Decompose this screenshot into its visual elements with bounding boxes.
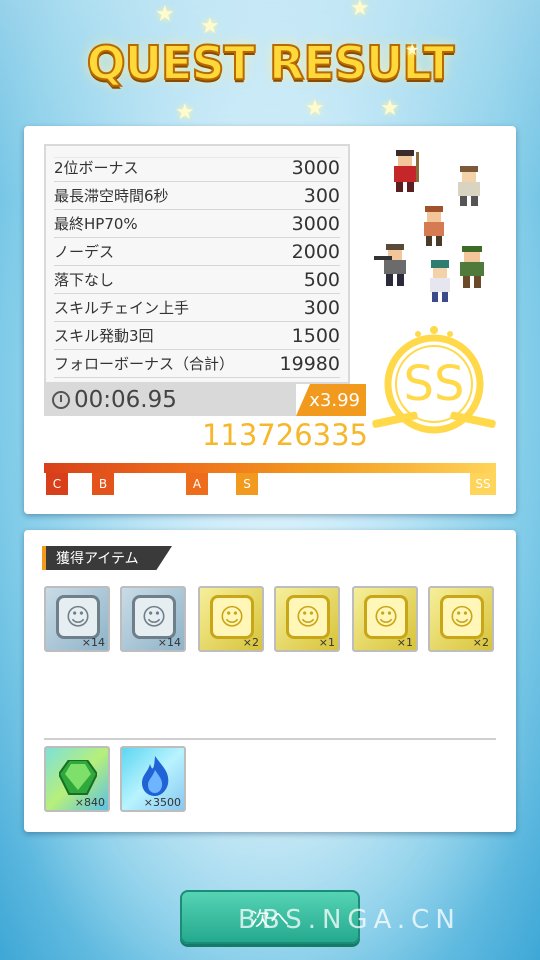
rank-progress-fill [44, 463, 496, 473]
reward-slot[interactable]: ×840 [44, 746, 110, 812]
rank-grade-text: SS [404, 356, 465, 412]
item-slot[interactable]: ☺ ×2 [428, 586, 494, 652]
rank-emblem: SS [364, 316, 504, 446]
bonus-label: フォローボーナス（合計） [54, 355, 235, 373]
watermark: BBS.NGA.CN [238, 905, 461, 935]
item-quantity: ×2 [242, 636, 259, 649]
rank-mark-a: A [186, 473, 208, 495]
score-multiplier: x3.99 [296, 384, 366, 416]
star-icon: ★ [155, 2, 175, 27]
reward-quantity: ×840 [74, 796, 105, 809]
bonus-label: 最終HP70% [54, 215, 138, 233]
clear-time-bar: 00:06.95 [44, 384, 296, 416]
character-sprite-knight [450, 164, 488, 208]
bonus-label: スキルチェイン上手 [54, 299, 190, 317]
character-sprite-warrior [386, 148, 426, 194]
bonus-value: 3000 [291, 156, 340, 179]
bonus-row: 最終HP70% 3000 [54, 210, 340, 238]
item-quantity: ×14 [81, 636, 105, 649]
bonus-label: ノーデス [54, 243, 115, 261]
rank-mark-b: B [92, 473, 114, 495]
star-icon: ★ [305, 96, 325, 121]
stopwatch-icon [52, 391, 70, 409]
clear-time: 00:06.95 [74, 387, 177, 413]
rank-mark-ss: SS [470, 473, 496, 495]
bonus-row: ノーデス 2000 [54, 238, 340, 266]
bonus-row: 最長滞空時間6秒 300 [54, 182, 340, 210]
silver-coin-icon: ☺ [56, 595, 100, 639]
star-icon: ★ [350, 0, 370, 21]
gold-coin-icon: ☺ [210, 595, 254, 639]
star-icon: ★ [175, 100, 195, 125]
star-icon: ★ [405, 40, 420, 59]
bonus-list[interactable]: 2位ボーナス 3000 最長滞空時間6秒 300 最終HP70% 3000 ノー… [44, 144, 350, 384]
bonus-row: スキルチェイン上手 300 [54, 294, 340, 322]
bonus-label: 落下なし [54, 271, 115, 289]
bonus-value: 2000 [291, 240, 340, 263]
item-slot[interactable]: ☺ ×1 [352, 586, 418, 652]
gold-coin-icon: ☺ [364, 595, 408, 639]
item-quantity: ×14 [157, 636, 181, 649]
rank-progress-bar [44, 463, 496, 473]
reward-slot[interactable]: ×3500 [120, 746, 186, 812]
blue-flame-icon [142, 756, 169, 796]
items-header: 獲得アイテム [42, 546, 172, 570]
item-slot[interactable]: ☺ ×2 [198, 586, 264, 652]
rank-mark-c: C [46, 473, 68, 495]
character-sprite-gunner [372, 240, 418, 288]
bonus-value: 1500 [291, 324, 340, 347]
bonus-label: 最長滞空時間6秒 [54, 187, 169, 205]
bonus-value: 19980 [279, 352, 340, 375]
items-divider [44, 738, 496, 740]
item-quantity: ×1 [318, 636, 335, 649]
character-sprite-archer [416, 204, 452, 248]
bonus-value: 500 [303, 268, 340, 291]
gold-coin-icon: ☺ [440, 595, 484, 639]
item-quantity: ×1 [396, 636, 413, 649]
item-quantity: ×2 [472, 636, 489, 649]
bonus-row: スキル発動3回 1500 [54, 322, 340, 350]
bonus-label: 2位ボーナス [54, 159, 139, 177]
character-sprite-ranger [452, 244, 492, 290]
item-slot[interactable]: ☺ ×1 [274, 586, 340, 652]
rank-mark-s: S [236, 473, 258, 495]
bonus-value: 300 [303, 296, 340, 319]
green-gem-icon [59, 760, 97, 795]
bonus-value: 3000 [291, 212, 340, 235]
item-slot[interactable]: ☺ ×14 [44, 586, 110, 652]
bonus-row: フォローボーナス（合計） 19980 [54, 350, 340, 378]
star-icon: ★ [200, 14, 220, 39]
quest-result-title: QUEST RESULT [86, 35, 456, 91]
gold-coin-icon: ☺ [286, 595, 330, 639]
silver-coin-icon: ☺ [132, 595, 176, 639]
bonus-row: 2位ボーナス 3000 [54, 154, 340, 182]
bonus-value: 300 [303, 184, 340, 207]
result-panel: 2位ボーナス 3000 最長滞空時間6秒 300 最終HP70% 3000 ノー… [24, 126, 516, 514]
items-panel: 獲得アイテム ☺ ×14 ☺ ×14 ☺ ×2 ☺ ×1 ☺ ×1 ☺ ×2 ×… [24, 530, 516, 832]
total-score: 113726335 [201, 418, 368, 452]
star-icon: ★ [380, 96, 400, 121]
reward-quantity: ×3500 [143, 796, 181, 809]
item-slot[interactable]: ☺ ×14 [120, 586, 186, 652]
bonus-row: 落下なし 500 [54, 266, 340, 294]
bonus-label: スキル発動3回 [54, 327, 154, 345]
